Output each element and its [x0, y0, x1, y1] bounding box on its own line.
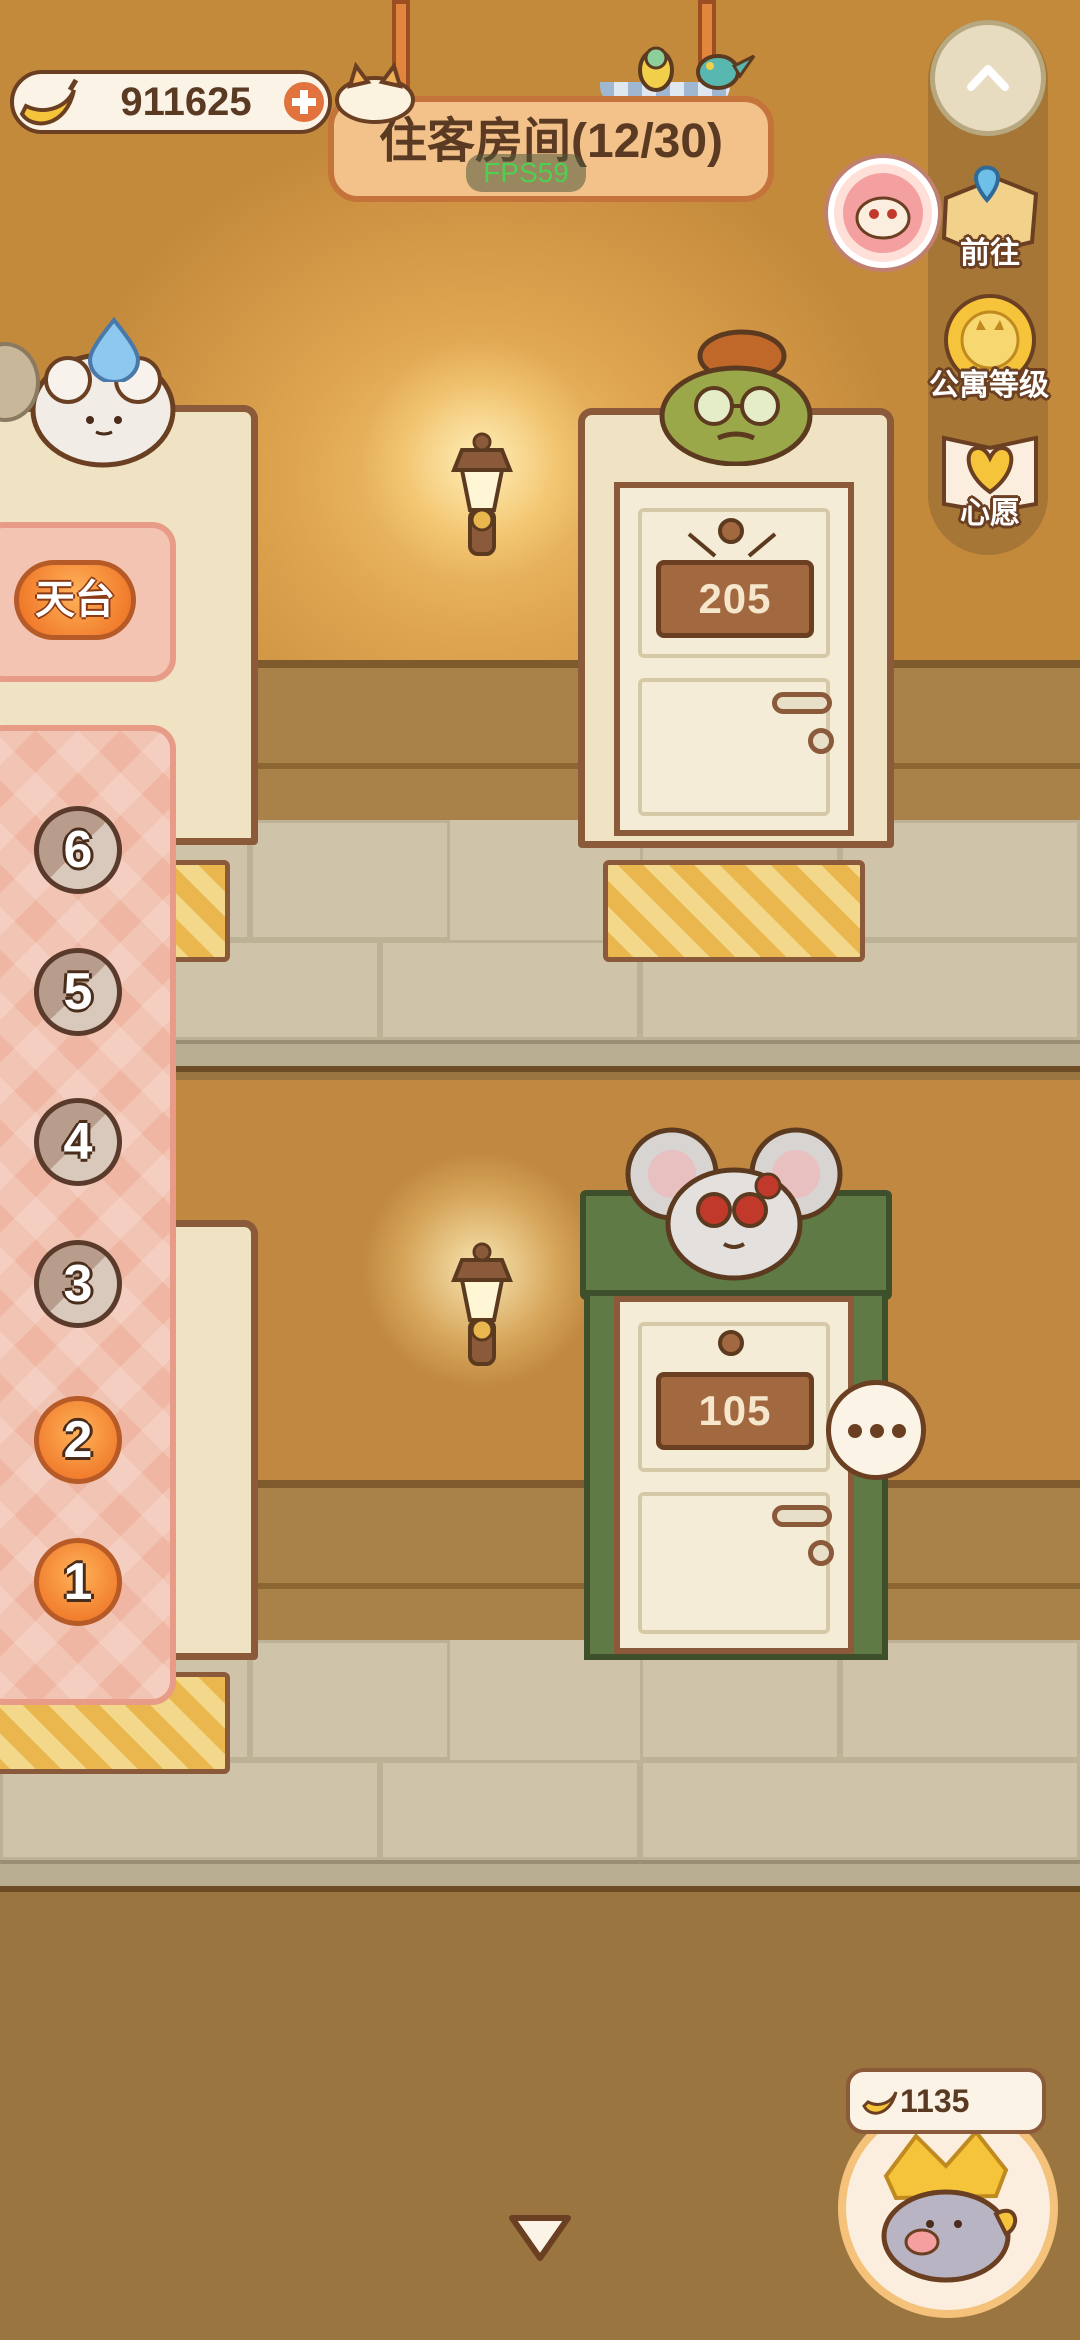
goto-label[interactable]: 前往: [920, 228, 1060, 272]
rooftop-button[interactable]: 天台: [14, 560, 136, 640]
floor-3-button[interactable]: 3: [34, 1240, 122, 1328]
floor-2-button[interactable]: 2: [34, 1396, 122, 1484]
room-205-sign: 205: [656, 560, 814, 638]
fps-counter: FPS59: [466, 154, 586, 192]
collapse-menu-button[interactable]: [930, 20, 1046, 136]
doormat-205: [603, 860, 865, 962]
teal-bird-icon: [690, 46, 756, 94]
yellow-bird-icon: [634, 40, 678, 104]
floor-1-button[interactable]: 1: [34, 1538, 122, 1626]
room-105-keyhole: [808, 1540, 834, 1566]
guest-mouse-avatar[interactable]: [620, 1124, 850, 1284]
wall-lamp-upper-icon: [432, 410, 532, 560]
add-currency-button[interactable]: [280, 78, 328, 126]
currency-amount: 911625: [120, 80, 252, 124]
apartment-level-label[interactable]: 公寓等级: [914, 360, 1064, 404]
piggy-bank-amount: 1135: [900, 2083, 970, 2119]
banana-icon: [12, 66, 82, 136]
floor-4-button[interactable]: 4: [34, 1098, 122, 1186]
speech-bubble-105[interactable]: [826, 1380, 926, 1480]
room-205-handle: [772, 692, 832, 714]
lower-baseboard: [0, 1860, 1080, 1892]
guest-turtle-avatar[interactable]: [656, 326, 816, 467]
wish-label[interactable]: 心愿: [920, 488, 1060, 532]
floor-5-button[interactable]: 5: [34, 948, 122, 1036]
room-205-keyhole: [808, 728, 834, 754]
room-105-sign: 105: [656, 1372, 814, 1450]
sign-nail-105: [718, 1330, 744, 1356]
floor-6-button[interactable]: 6: [34, 806, 122, 894]
thought-drop-icon: [86, 316, 142, 384]
room-105-number: 105: [698, 1387, 772, 1434]
cat-mascot-icon: [330, 56, 420, 126]
sign-nail-205: [718, 518, 744, 544]
room-105-handle: [772, 1505, 832, 1527]
banana-small-icon: [860, 2080, 900, 2120]
room-205-number: 205: [698, 575, 772, 622]
scroll-down-arrow-icon[interactable]: [506, 2210, 574, 2266]
wall-lamp-lower-icon: [432, 1220, 532, 1370]
